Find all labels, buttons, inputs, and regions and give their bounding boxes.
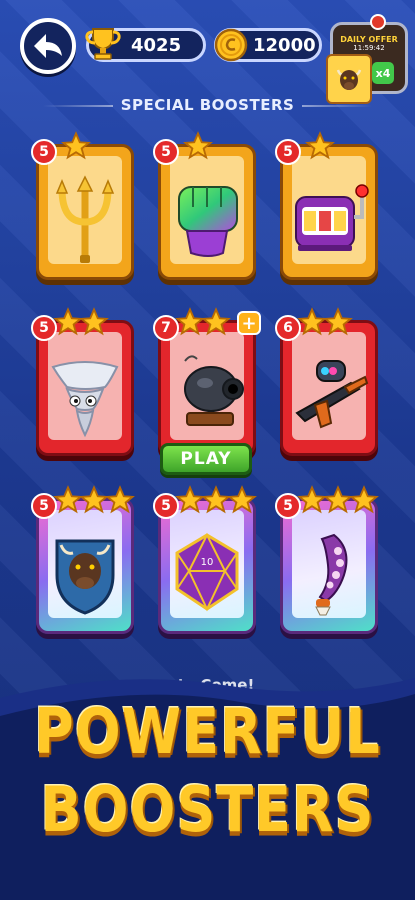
daily-offer-title: DAILY OFFER [340,35,398,44]
level-badge: 5 [31,139,57,165]
daily-offer-timer: 11:59:42 [353,44,385,52]
coin-value: 12000 [253,34,316,56]
promo-headline-line1: POWERFUL [34,695,381,768]
booster-card-fist[interactable]: 5 [153,131,256,280]
star-icon [79,307,109,336]
level-badge: 5 [153,493,179,519]
trophy-value: 4025 [131,34,182,56]
star-icon [201,307,231,336]
booster-card-tentacle[interactable]: 5 [275,485,379,634]
booster-card-bison-shield[interactable]: 5 [31,485,135,634]
star-icon [305,131,335,160]
star-rating [175,485,257,515]
level-badge: 5 [275,139,301,165]
section-title: SPECIAL BOOSTERS [0,96,415,114]
dice-face-label: 10 [201,557,214,568]
slot-machine-icon [283,167,375,267]
booster-card-d20-dice[interactable]: 5 10 [153,485,257,634]
coin-counter: 12000 [214,28,322,62]
promo-headline-line2: BOOSTERS [40,773,375,846]
trophy-counter: 4025 [85,28,206,62]
star-rating [175,307,231,337]
d20-dice-icon: 10 [161,521,253,621]
level-badge: 5 [153,139,179,165]
fist-icon [161,167,253,267]
star-rating [61,131,91,161]
level-badge: 5 [275,493,301,519]
coin-icon [214,28,248,62]
booster-card-slot-machine[interactable]: 5 [275,131,378,280]
star-icon [323,307,353,336]
booster-card-paintball-gun[interactable]: 6 [275,307,378,456]
star-rating [305,131,335,161]
star-rating [297,485,379,515]
booster-card-cannon[interactable]: 7 + [153,307,261,456]
level-badge: 5 [31,315,57,341]
star-rating [53,485,135,515]
trophy-icon [85,28,121,60]
notification-dot [370,14,386,30]
level-badge: 5 [31,493,57,519]
star-rating [297,307,353,337]
paintball-gun-icon [283,343,375,443]
booster-card-tornado[interactable]: 5 [31,307,134,456]
bison-shield-icon [39,521,131,621]
star-rating [53,307,109,337]
back-button[interactable] [20,18,76,74]
star-icon [227,485,257,514]
star-rating [183,131,213,161]
tentacle-icon [283,521,375,621]
star-icon [61,131,91,160]
upgrade-plus-button[interactable]: + [237,311,261,335]
star-icon [349,485,379,514]
play-button[interactable]: PLAY [160,443,252,475]
bison-icon [336,69,362,90]
trident-icon [39,167,131,267]
star-icon [105,485,135,514]
booster-card-trident[interactable]: 5 [31,131,134,280]
level-badge: 6 [275,315,301,341]
back-arrow-icon [34,34,62,58]
cannon-icon [161,343,253,443]
offer-multiplier: x4 [372,62,394,84]
tornado-icon [39,343,131,443]
star-icon [183,131,213,160]
level-badge: 7 [153,315,179,341]
